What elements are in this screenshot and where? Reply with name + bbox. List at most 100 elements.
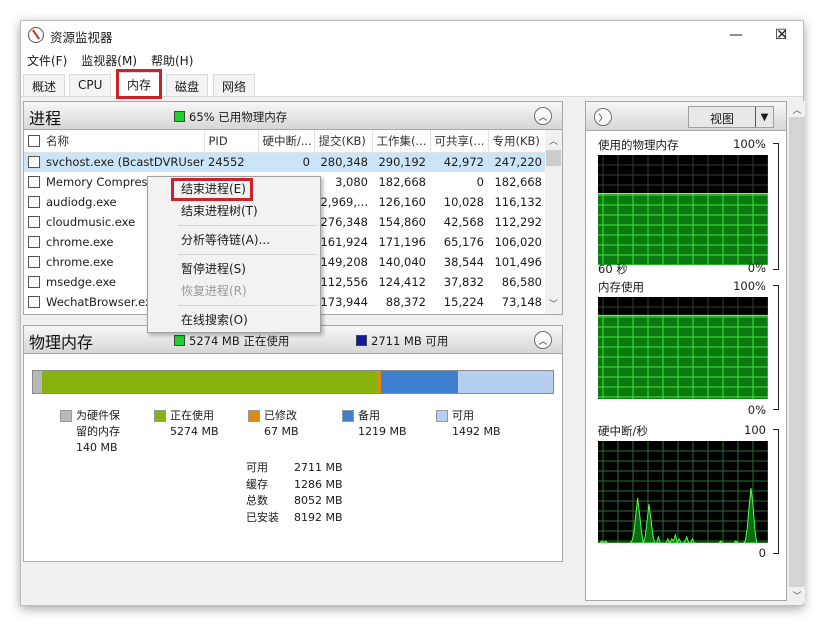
table-row[interactable]: svchost.exe (BcastDVRUser...245520280,34… [24, 152, 546, 172]
scroll-down-arrow-icon[interactable]: ﹀ [789, 587, 805, 603]
process-checkbox[interactable] [28, 296, 40, 308]
graph-max-label: 100% [733, 137, 766, 151]
menu-separator [178, 254, 316, 255]
legend-value: 140 MB [60, 440, 130, 456]
graph-panel-scrollbar[interactable]: ︿ ﹀ [789, 101, 805, 603]
menu-item-search-online[interactable]: 在线搜索(O) [181, 310, 248, 330]
process-shareable-cell: 37,832 [430, 272, 488, 292]
process-checkbox[interactable] [28, 216, 40, 228]
collapse-processes-button[interactable]: ︿ [534, 107, 552, 125]
legend-swatch [154, 410, 166, 422]
menu-help[interactable]: 帮助(H) [151, 52, 193, 69]
process-checkbox[interactable] [28, 176, 40, 188]
scroll-down-arrow-icon[interactable]: ﹀ [545, 295, 562, 312]
graph-title-physical-memory-used: 使用的物理内存 [598, 137, 679, 153]
process-commit-cell: 161,924 [314, 232, 372, 252]
end-process-highlight [171, 178, 253, 201]
title-bar: 资源监视器 — ☐ ✕ [21, 21, 803, 49]
process-commit-cell: 112,556 [314, 272, 372, 292]
legend-value: 1219 MB [342, 424, 432, 440]
process-working-set-cell: 154,860 [372, 212, 430, 232]
graph-scale-bracket [773, 285, 779, 410]
tab-overview[interactable]: 概述 [23, 74, 65, 96]
process-checkbox[interactable] [28, 236, 40, 248]
process-checkbox[interactable] [28, 256, 40, 268]
process-pid-cell: 24552 [204, 152, 258, 172]
minimize-icon: — [729, 27, 743, 43]
process-private-cell: 182,668 [488, 172, 546, 192]
process-checkbox[interactable] [28, 276, 40, 288]
graph-memory-usage [598, 297, 768, 399]
scroll-up-arrow-icon[interactable]: ︿ [789, 101, 805, 117]
close-icon: ✕ [776, 27, 788, 43]
collapse-physical-memory-button[interactable]: ︿ [534, 331, 552, 349]
scroll-up-arrow-icon[interactable]: ︿ [545, 132, 562, 149]
menu-file[interactable]: 文件(F) [27, 52, 67, 69]
process-working-set-cell: 182,668 [372, 172, 430, 192]
process-shareable-cell: 10,028 [430, 192, 488, 212]
process-context-menu: 结束进程(E) 结束进程树(T) 分析等待链(A)... 暂停进程(S) 恢复进… [147, 176, 321, 333]
usage-area [598, 194, 768, 266]
physical-memory-body: 为硬件保留的内存140 MB正在使用5274 MB已修改67 MB备用1219 … [23, 354, 563, 562]
legend-value: 1492 MB [436, 424, 526, 440]
process-private-cell: 112,292 [488, 212, 546, 232]
column-header-commit[interactable]: 提交(KB) [314, 130, 372, 152]
select-all-checkbox[interactable] [28, 135, 40, 147]
legend-value: 67 MB [248, 424, 338, 440]
column-header-shareable[interactable]: 可共享(... [430, 130, 488, 152]
legend-label: 可用 [436, 408, 526, 424]
stat-label: 总数 [246, 493, 294, 510]
graph-title-memory-usage: 内存使用 [598, 279, 644, 295]
memory-stats: 可用2711 MB缓存1286 MB总数8052 MB已安装8192 MB [246, 460, 343, 526]
toggle-panel-button[interactable]: 〉 [594, 108, 612, 126]
column-header-name[interactable]: 名称 [24, 130, 204, 152]
in-use-indicator-icon [174, 335, 185, 346]
process-private-cell: 106,020 [488, 232, 546, 252]
memory-bar-segment-hardware-reserved [33, 371, 42, 393]
chevron-up-icon: ︿ [538, 110, 547, 123]
menu-item-end-process-tree[interactable]: 结束进程树(T) [181, 201, 258, 221]
tab-cpu[interactable]: CPU [69, 74, 111, 96]
graph-panel: 〉 视图 ▼ 使用的物理内存 100% 60 秒 0% 内存使用 100% 0%… [585, 101, 787, 603]
menu-item-suspend-process[interactable]: 暂停进程(S) [181, 259, 246, 279]
menu-item-resume-process: 恢复进程(R) [181, 281, 247, 301]
process-commit-cell: 276,348 [314, 212, 372, 232]
dropdown-arrow-icon[interactable]: ▼ [755, 107, 773, 127]
memory-legend-free: 可用1492 MB [436, 408, 526, 440]
minimize-button[interactable]: — [713, 21, 759, 49]
column-header-pid[interactable]: PID [204, 130, 258, 152]
graph-time-label: 60 秒 [598, 261, 628, 277]
view-dropdown[interactable]: 视图 ▼ [688, 106, 774, 128]
process-shareable-cell: 0 [430, 172, 488, 192]
graph-panel-header: 〉 视图 ▼ [585, 101, 787, 131]
tab-disk[interactable]: 磁盘 [166, 74, 208, 96]
graph-physical-memory-used [598, 155, 768, 265]
process-name-cell: svchost.exe (BcastDVRUser... [24, 152, 204, 172]
column-header-working-set[interactable]: 工作集(... [372, 130, 430, 152]
column-header-private[interactable]: 专用(KB) [488, 130, 546, 152]
graph-title-hard-faults: 硬中断/秒 [598, 423, 648, 439]
graph-max-label: 100 [744, 423, 766, 437]
process-working-set-cell: 88,372 [372, 292, 430, 312]
process-working-set-cell: 126,160 [372, 192, 430, 212]
window-title: 资源监视器 [50, 27, 113, 46]
process-commit-cell: 149,208 [314, 252, 372, 272]
process-shareable-cell: 38,544 [430, 252, 488, 272]
process-commit-cell: 2,969,... [314, 192, 372, 212]
process-checkbox[interactable] [28, 156, 40, 168]
legend-swatch [342, 410, 354, 422]
memory-stat-row: 已安装8192 MB [246, 510, 343, 527]
process-checkbox[interactable] [28, 196, 40, 208]
graph-min-label: 0 [759, 546, 766, 560]
tab-network[interactable]: 网络 [213, 74, 255, 96]
scrollbar-thumb[interactable] [546, 150, 561, 166]
close-button[interactable]: ✕ [759, 21, 805, 49]
menu-item-analyze-wait-chain[interactable]: 分析等待链(A)... [181, 230, 270, 250]
menu-separator [178, 225, 316, 226]
column-header-hard-faults[interactable]: 硬中断/... [258, 130, 314, 152]
menu-monitor[interactable]: 监视器(M) [81, 52, 137, 69]
usage-summary-text: 65% 已用物理内存 [189, 110, 287, 124]
tab-memory-highlight [116, 69, 162, 99]
processes-scrollbar[interactable]: ︿ ﹀ [545, 130, 562, 314]
processes-header[interactable]: 进程 65% 已用物理内存 ︿ [23, 101, 563, 130]
